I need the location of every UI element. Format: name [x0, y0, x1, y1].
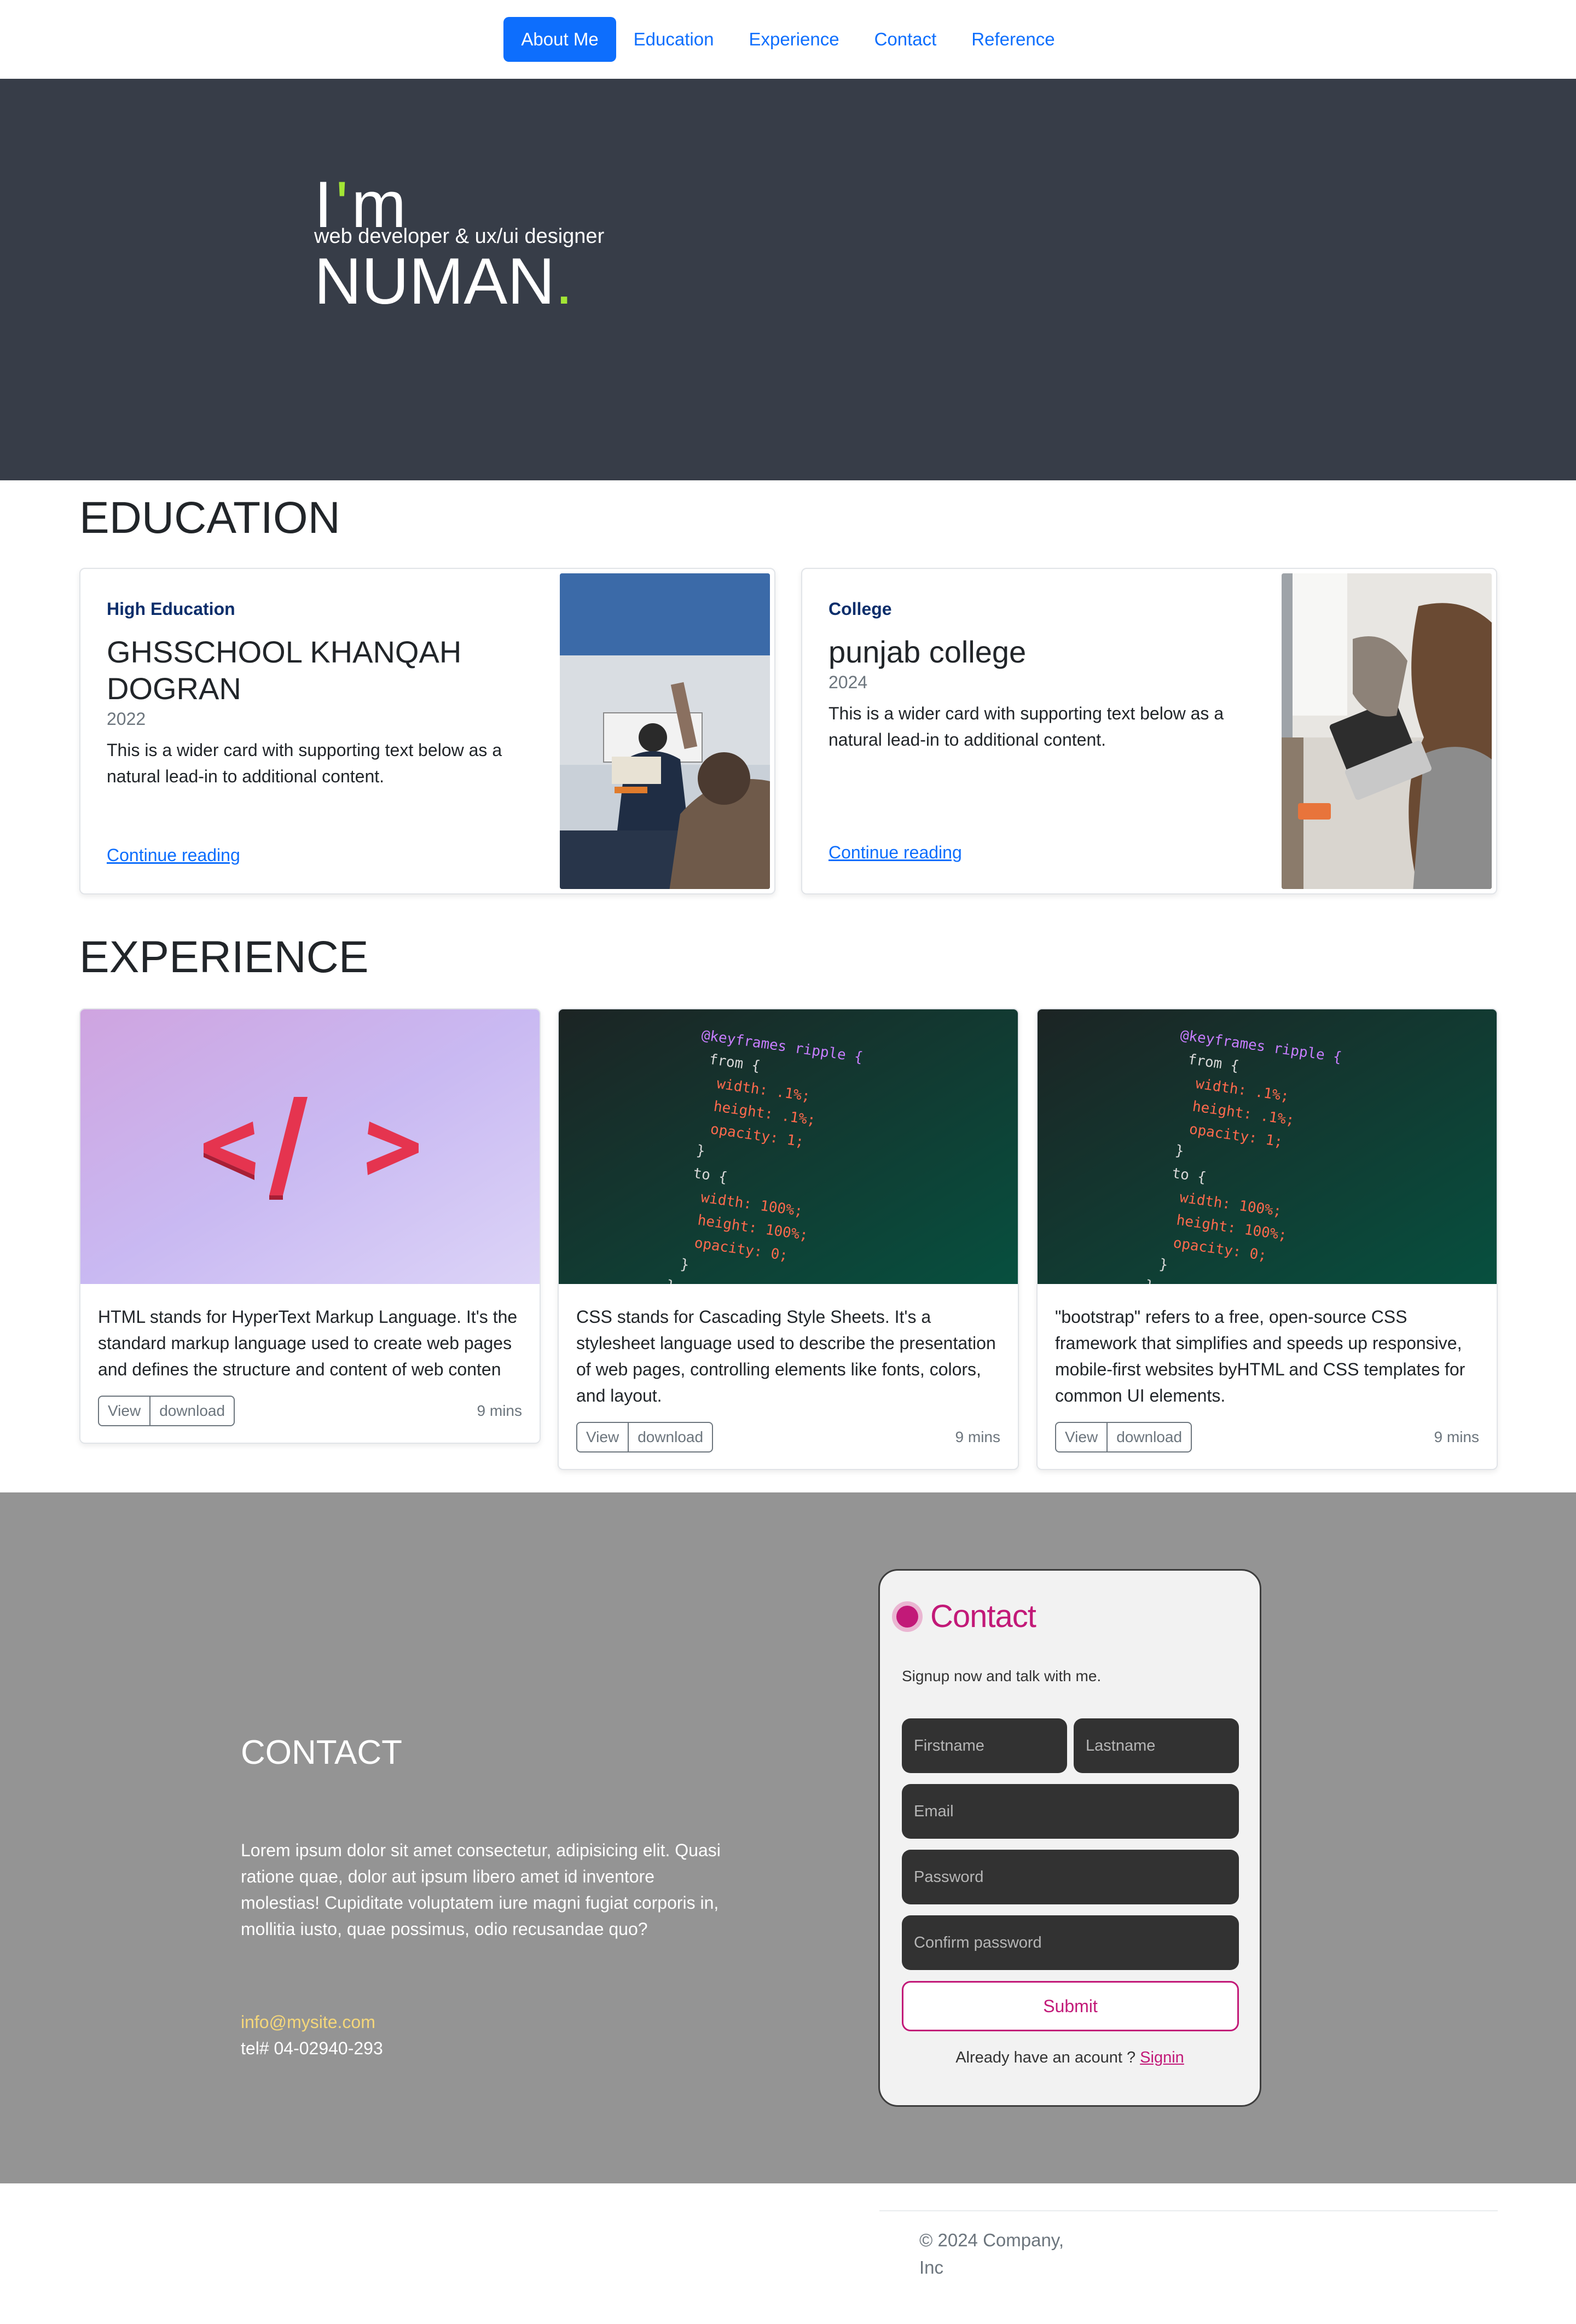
view-button[interactable]: View: [1055, 1422, 1108, 1453]
top-nav: About Me Education Experience Contact Re…: [0, 0, 1576, 79]
education-card: College punjab college 2024 This is a wi…: [801, 568, 1497, 894]
education-card-title: punjab college: [828, 635, 1027, 669]
download-button[interactable]: download: [150, 1396, 235, 1426]
email-field[interactable]: Email: [902, 1784, 1239, 1839]
continue-reading-link[interactable]: Continue reading: [828, 843, 962, 863]
experience-text: "bootstrap" refers to a free, open-sourc…: [1055, 1307, 1465, 1405]
education-card-body: College punjab college 2024 This is a wi…: [828, 599, 1255, 753]
experience-card: HTML stands for HyperText Markup Languag…: [79, 1008, 541, 1444]
continue-reading-link[interactable]: Continue reading: [107, 845, 240, 865]
education-category: College: [828, 599, 892, 619]
education-card: High Education GHSSCHOOL KHANQAH DOGRAN …: [79, 568, 775, 894]
hero-section: I'm web developer & ux/ui designer NUMAN…: [0, 79, 1576, 480]
code-symbol-photo: [80, 1009, 540, 1284]
classroom-photo: [560, 573, 770, 889]
css-code-photo: @keyframes ripple { from { width: .1%; h…: [1038, 1009, 1497, 1284]
download-button[interactable]: download: [629, 1422, 714, 1453]
nav-education[interactable]: Education: [616, 17, 732, 62]
download-button[interactable]: download: [1108, 1422, 1192, 1453]
experience-card-footer: View download 9 mins: [1038, 1409, 1497, 1469]
experience-card-footer: View download 9 mins: [80, 1382, 540, 1443]
signin-link[interactable]: Signin: [1140, 2049, 1184, 2066]
view-button[interactable]: View: [98, 1396, 151, 1426]
signup-form: Contact Signup now and talk with me. Fir…: [878, 1569, 1261, 2107]
form-header: Contact: [896, 1598, 1036, 1635]
contact-email-link[interactable]: info@mysite.com: [241, 2012, 375, 2032]
button-group: View download: [576, 1422, 714, 1453]
form-footer: Already have an acount ? Signin: [880, 2049, 1260, 2067]
education-card-body: High Education GHSSCHOOL KHANQAH DOGRAN …: [107, 599, 534, 789]
pulse-dot-icon: [896, 1605, 918, 1628]
nav-experience[interactable]: Experience: [731, 17, 856, 62]
confirm-password-placeholder: Confirm password: [914, 1933, 1042, 1951]
education-year: 2024: [828, 672, 868, 693]
hero-name-dot: .: [554, 245, 573, 318]
contact-lead: Lorem ipsum dolor sit amet consectetur, …: [241, 1840, 721, 1939]
education-title: EDUCATION: [79, 493, 340, 543]
hero-name: NUMAN.: [314, 248, 573, 314]
nav-about-me[interactable]: About Me: [503, 17, 616, 62]
button-group: View download: [1055, 1422, 1192, 1453]
code-line: }: [1144, 1277, 1155, 1284]
hero-name-text: NUMAN: [314, 245, 555, 318]
laptop-study-photo: [1282, 573, 1492, 889]
css-code-photo: @keyframes ripple { from { width: .1%; h…: [559, 1009, 1018, 1284]
password-placeholder: Password: [914, 1868, 984, 1886]
experience-card-footer: View download 9 mins: [559, 1409, 1018, 1469]
footer-divider: [879, 2210, 1498, 2211]
lastname-field[interactable]: Lastname: [1074, 1718, 1239, 1773]
education-card-title: GHSSCHOOL KHANQAH DOGRAN: [107, 635, 462, 706]
firstname-field[interactable]: Firstname: [902, 1718, 1067, 1773]
education-category: High Education: [107, 599, 235, 619]
confirm-password-field[interactable]: Confirm password: [902, 1915, 1239, 1970]
signin-prompt: Already have an acount ?: [955, 2049, 1140, 2066]
read-time: 9 mins: [477, 1402, 522, 1419]
nav-reference[interactable]: Reference: [954, 17, 1072, 62]
form-subtitle: Signup now and talk with me.: [902, 1668, 1102, 1684]
experience-card: @keyframes ripple { from { width: .1%; h…: [558, 1008, 1019, 1470]
education-year: 2022: [107, 709, 146, 729]
form-title: Contact: [930, 1599, 1036, 1634]
read-time: 9 mins: [955, 1428, 1000, 1445]
code-line: }: [665, 1277, 676, 1284]
read-time: 9 mins: [1434, 1428, 1479, 1445]
contact-title: CONTACT: [241, 1734, 403, 1771]
password-field[interactable]: Password: [902, 1850, 1239, 1904]
firstname-placeholder: Firstname: [914, 1736, 984, 1754]
experience-text: HTML stands for HyperText Markup Languag…: [98, 1307, 518, 1379]
contact-section: CONTACT Lorem ipsum dolor sit amet conse…: [0, 1492, 1576, 2183]
nav-contact[interactable]: Contact: [857, 17, 954, 62]
submit-button[interactable]: Submit: [902, 1981, 1239, 2031]
email-placeholder: Email: [914, 1802, 954, 1820]
view-button[interactable]: View: [576, 1422, 629, 1453]
contact-tel: tel# 04-02940-293: [241, 2038, 383, 2058]
education-text: This is a wider card with supporting tex…: [107, 740, 502, 787]
education-text: This is a wider card with supporting tex…: [828, 704, 1224, 750]
footer-copyright: © 2024 Company, Inc: [919, 2230, 1064, 2277]
experience-card: @keyframes ripple { from { width: .1%; h…: [1036, 1008, 1498, 1470]
lastname-placeholder: Lastname: [1086, 1736, 1156, 1754]
experience-text: CSS stands for Cascading Style Sheets. I…: [576, 1307, 996, 1405]
experience-title: EXPERIENCE: [79, 932, 369, 982]
button-group: View download: [98, 1396, 235, 1426]
